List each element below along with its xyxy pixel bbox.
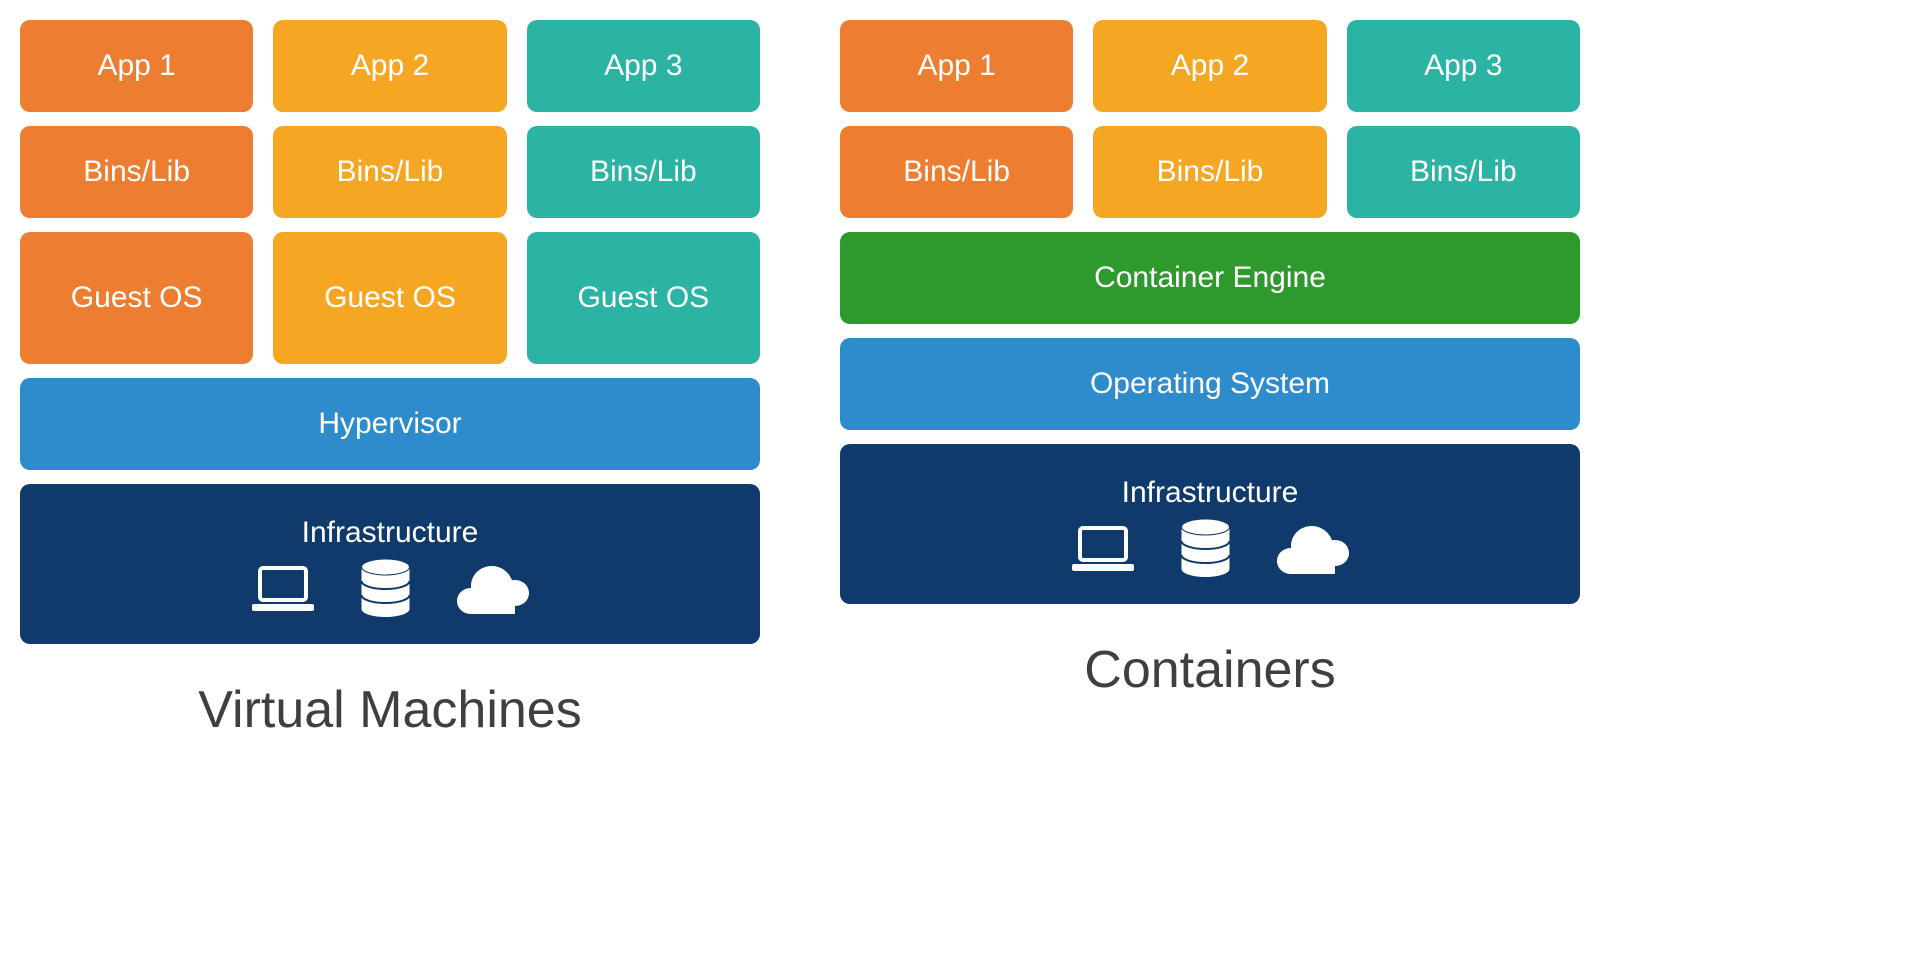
vm-infrastructure: Infrastructure	[20, 484, 760, 644]
vm-guestos-2: Guest OS	[273, 232, 506, 364]
ct-infra-icons	[1068, 518, 1353, 580]
vm-infra-label: Infrastructure	[302, 516, 479, 550]
vm-bins-row: Bins/Lib Bins/Lib Bins/Lib	[20, 126, 760, 218]
ct-app-1-label: App 1	[917, 49, 995, 83]
ct-os-row: Operating System	[840, 338, 1580, 430]
vm-app-2: App 2	[273, 20, 506, 112]
containers-stack: App 1 App 2 App 3 Bins/Lib Bins/Lib Bins…	[840, 20, 1580, 740]
vm-app-3-label: App 3	[604, 49, 682, 83]
ct-engine-label: Container Engine	[1094, 261, 1326, 295]
ct-app-2: App 2	[1093, 20, 1326, 112]
vm-infra-row: Infrastructure	[20, 484, 760, 644]
ct-bins-1: Bins/Lib	[840, 126, 1073, 218]
database-icon	[358, 558, 413, 620]
ct-bins-row: Bins/Lib Bins/Lib Bins/Lib	[840, 126, 1580, 218]
ct-app-1: App 1	[840, 20, 1073, 112]
ct-apps-row: App 1 App 2 App 3	[840, 20, 1580, 112]
ct-infrastructure: Infrastructure	[840, 444, 1580, 604]
vm-guestos-row: Guest OS Guest OS Guest OS	[20, 232, 760, 364]
ct-bins-1-label: Bins/Lib	[903, 155, 1010, 189]
vm-guestos-1-label: Guest OS	[71, 281, 203, 315]
ct-bins-3-label: Bins/Lib	[1410, 155, 1517, 189]
vm-hypervisor-label: Hypervisor	[318, 407, 461, 441]
vm-app-1-label: App 1	[97, 49, 175, 83]
ct-engine-row: Container Engine	[840, 232, 1580, 324]
diagram-wrapper: App 1 App 2 App 3 Bins/Lib Bins/Lib Bins…	[20, 20, 1900, 740]
vm-app-2-label: App 2	[351, 49, 429, 83]
ct-infra-row: Infrastructure	[840, 444, 1580, 604]
ct-bins-2-label: Bins/Lib	[1157, 155, 1264, 189]
database-icon	[1178, 518, 1233, 580]
vm-bins-2-label: Bins/Lib	[337, 155, 444, 189]
laptop-icon	[248, 562, 318, 617]
ct-os: Operating System	[840, 338, 1580, 430]
vm-guestos-3: Guest OS	[527, 232, 760, 364]
ct-app-2-label: App 2	[1171, 49, 1249, 83]
ct-bins-2: Bins/Lib	[1093, 126, 1326, 218]
laptop-icon	[1068, 522, 1138, 577]
vm-app-1: App 1	[20, 20, 253, 112]
vm-bins-1: Bins/Lib	[20, 126, 253, 218]
vm-guestos-2-label: Guest OS	[324, 281, 456, 315]
ct-os-label: Operating System	[1090, 367, 1330, 401]
vm-guestos-1: Guest OS	[20, 232, 253, 364]
ct-app-3: App 3	[1347, 20, 1580, 112]
vm-apps-row: App 1 App 2 App 3	[20, 20, 760, 112]
ct-infra-label: Infrastructure	[1122, 476, 1299, 510]
vm-bins-1-label: Bins/Lib	[83, 155, 190, 189]
vm-hypervisor: Hypervisor	[20, 378, 760, 470]
containers-title: Containers	[840, 640, 1580, 700]
cloud-icon	[1273, 524, 1353, 574]
ct-bins-3: Bins/Lib	[1347, 126, 1580, 218]
ct-engine: Container Engine	[840, 232, 1580, 324]
vm-app-3: App 3	[527, 20, 760, 112]
vm-infra-icons	[248, 558, 533, 620]
vm-bins-3-label: Bins/Lib	[590, 155, 697, 189]
vm-title: Virtual Machines	[20, 680, 760, 740]
vm-bins-3: Bins/Lib	[527, 126, 760, 218]
vm-hypervisor-row: Hypervisor	[20, 378, 760, 470]
vm-bins-2: Bins/Lib	[273, 126, 506, 218]
vm-stack: App 1 App 2 App 3 Bins/Lib Bins/Lib Bins…	[20, 20, 760, 740]
cloud-icon	[453, 564, 533, 614]
vm-guestos-3-label: Guest OS	[577, 281, 709, 315]
ct-app-3-label: App 3	[1424, 49, 1502, 83]
